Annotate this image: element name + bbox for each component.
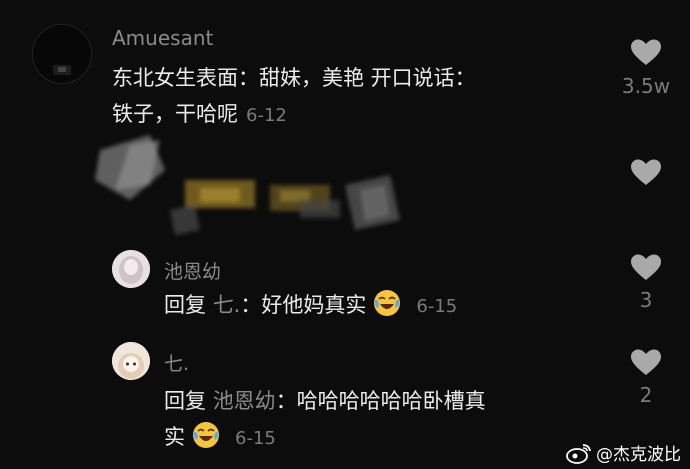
reply-date: 6-15	[416, 296, 458, 317]
like-button[interactable]	[626, 38, 666, 66]
like-count: 3.5w	[621, 74, 671, 98]
comment-text-line1: 东北女生表面：甜妹，美艳 开口说话：	[112, 66, 476, 90]
avatar-image	[33, 25, 91, 83]
watermark-text: @杰克波比	[596, 445, 681, 465]
like-button[interactable]	[626, 158, 666, 186]
reply-text: 回复 七.：好他妈真实 6-15	[164, 287, 604, 325]
weibo-icon	[566, 443, 591, 464]
reply-to-username[interactable]: 七.	[213, 293, 241, 317]
watermark: @杰克波比	[566, 440, 681, 465]
heart-icon	[631, 159, 661, 185]
reply-username[interactable]: 池恩幼	[164, 257, 221, 284]
like-button[interactable]	[626, 348, 666, 376]
reply-prefix: 回复	[164, 389, 206, 413]
heart-icon	[631, 349, 661, 375]
like-count: 3	[639, 288, 653, 312]
comment-text-line2: 铁子，干哈呢	[112, 102, 238, 126]
reply-body-line1: ：哈哈哈哈哈哈卧槽真	[275, 389, 486, 413]
avatar-image	[112, 250, 150, 288]
reply-text: 回复 池恩幼：哈哈哈哈哈哈卧槽真 实 6-15	[164, 383, 604, 457]
avatar[interactable]	[112, 250, 150, 288]
heart-icon	[631, 39, 661, 65]
reply-to-username[interactable]: 池恩幼	[213, 389, 276, 413]
comment-username[interactable]: Amuesant	[112, 26, 213, 50]
reply-body: ：好他妈真实	[240, 293, 367, 317]
reply-prefix: 回复	[164, 293, 206, 317]
blurred-content	[90, 130, 420, 240]
like-button[interactable]	[626, 253, 666, 281]
reply-date: 6-15	[235, 428, 276, 449]
comment-text: 东北女生表面：甜妹，美艳 开口说话： 铁子，干哈呢 6-12	[112, 60, 592, 134]
avatar[interactable]	[112, 342, 150, 380]
avatar[interactable]	[32, 24, 92, 84]
heart-icon	[631, 254, 661, 280]
like-count: 2	[639, 383, 653, 407]
crying-laughing-emoji	[193, 422, 219, 448]
avatar-image	[112, 342, 150, 380]
reply-body-line2: 实	[164, 425, 185, 449]
crying-laughing-emoji	[374, 290, 401, 316]
reply-username[interactable]: 七.	[164, 349, 189, 376]
comment-date: 6-12	[246, 105, 287, 126]
